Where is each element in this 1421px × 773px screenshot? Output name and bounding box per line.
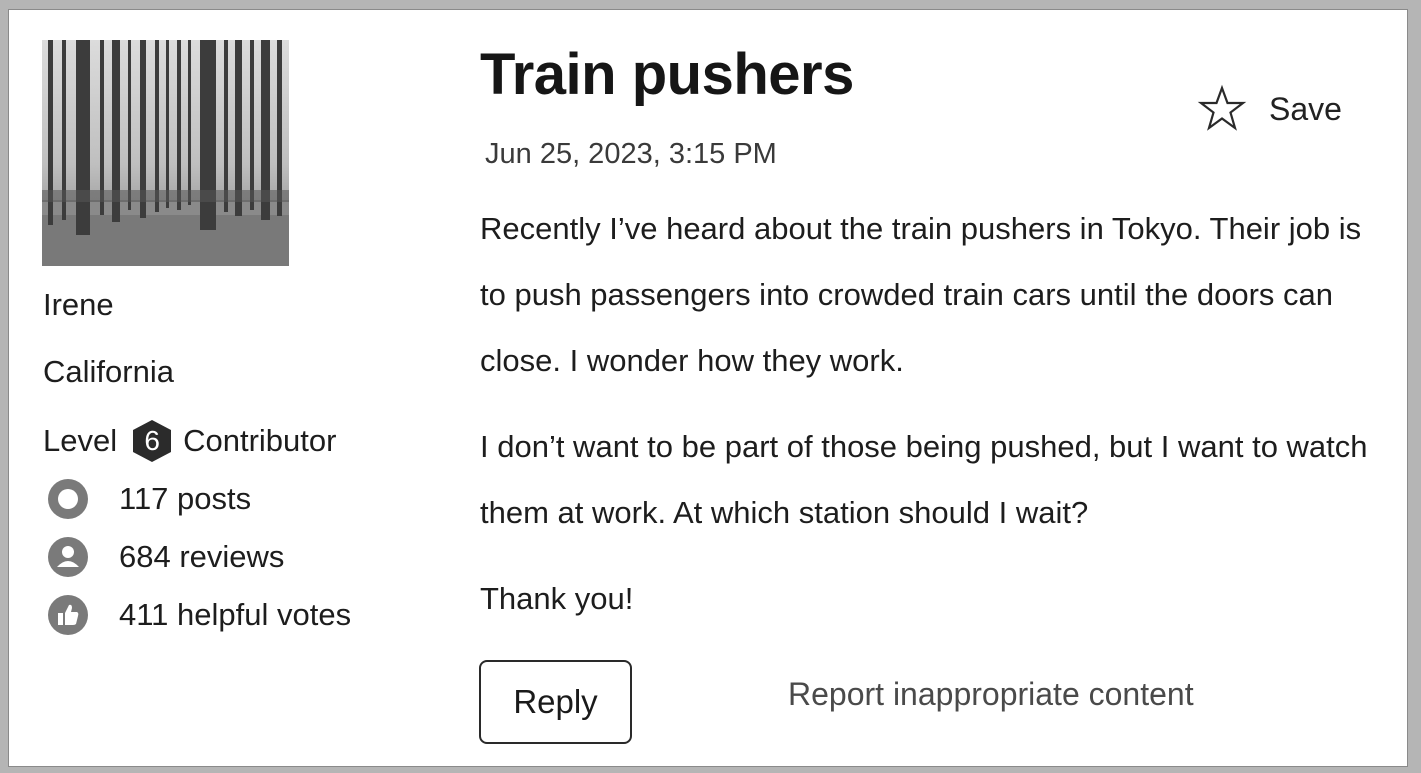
post-paragraph-2: I don’t want to be part of those being p…: [480, 429, 1368, 530]
star-outline-icon: [1197, 84, 1247, 131]
reply-button[interactable]: Reply: [479, 660, 632, 744]
post-title: Train pushers: [480, 42, 854, 107]
user-avatar[interactable]: [42, 40, 289, 266]
post-date: Jun 25, 2023, 3:15 PM: [485, 138, 777, 170]
user-level: Level 6 Contributor: [43, 418, 336, 464]
post-paragraph-1: Recently I’ve heard about the train push…: [480, 211, 1362, 378]
level-number: 6: [144, 425, 160, 456]
level-suffix: Contributor: [183, 423, 337, 458]
save-label: Save: [1269, 90, 1342, 127]
save-button[interactable]: Save: [1197, 84, 1342, 134]
level-prefix: Level: [43, 423, 118, 458]
posts-count: 117 posts: [119, 481, 252, 516]
stat-helpful-votes: 411 helpful votes: [47, 594, 351, 636]
stat-posts: 117 posts: [47, 478, 251, 520]
post-circle-icon: [48, 479, 88, 519]
user-location: California: [43, 354, 174, 389]
report-content-link[interactable]: Report inappropriate content: [788, 676, 1194, 713]
user-name[interactable]: Irene: [43, 287, 114, 323]
thumbs-up-icon: [48, 595, 88, 635]
post-paragraph-3: Thank you!: [480, 581, 634, 616]
reviews-count: 684 reviews: [119, 539, 285, 574]
stat-reviews: 684 reviews: [47, 536, 284, 578]
person-icon: [48, 537, 88, 577]
helpful-votes-count: 411 helpful votes: [119, 597, 352, 632]
hexagon-badge-icon: 6: [129, 418, 175, 464]
